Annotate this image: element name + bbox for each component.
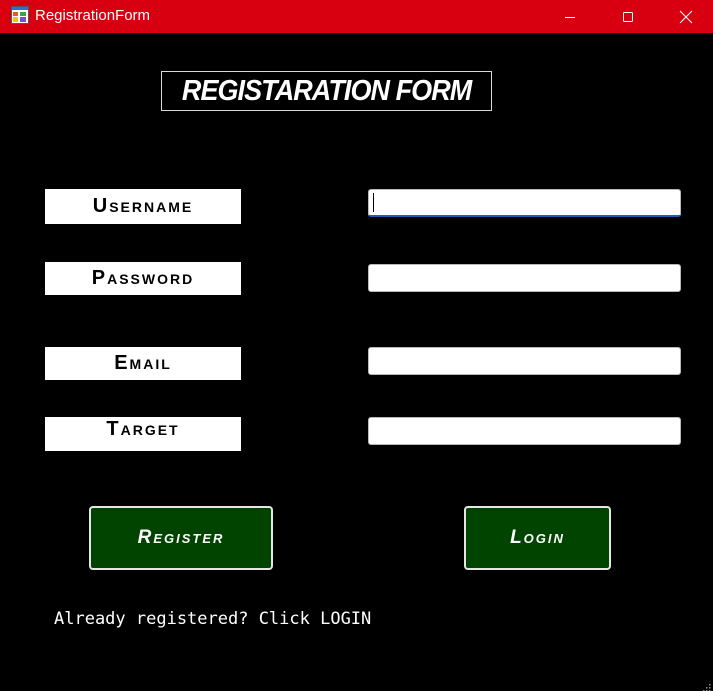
resize-grip-icon[interactable] <box>701 679 711 691</box>
title-bar[interactable]: RegistrationForm <box>0 0 713 33</box>
window-title: RegistrationForm <box>35 7 151 24</box>
password-label: Password <box>45 262 241 295</box>
close-icon <box>679 10 693 23</box>
close-button[interactable] <box>657 0 713 33</box>
username-input[interactable] <box>368 189 681 217</box>
form-heading: REGISTARATION FORM <box>181 74 472 107</box>
login-button[interactable]: Login <box>464 506 611 570</box>
target-input[interactable] <box>368 417 681 445</box>
password-input[interactable] <box>368 264 681 292</box>
login-hint: Already registered? Click LOGIN <box>54 609 372 629</box>
text-caret <box>373 193 374 212</box>
minimize-button[interactable] <box>541 0 599 33</box>
email-input[interactable] <box>368 347 681 375</box>
maximize-icon <box>623 11 633 22</box>
app-window-icon[interactable] <box>11 6 29 24</box>
register-button[interactable]: Register <box>89 506 273 570</box>
registration-window: RegistrationForm REGISTARATION FORM User… <box>0 0 713 691</box>
email-label: Email <box>45 347 241 380</box>
maximize-button[interactable] <box>599 0 657 33</box>
target-label: Target <box>45 417 241 451</box>
minimize-icon <box>565 16 575 18</box>
username-label: Username <box>45 189 241 224</box>
form-heading-box: REGISTARATION FORM <box>161 71 492 111</box>
